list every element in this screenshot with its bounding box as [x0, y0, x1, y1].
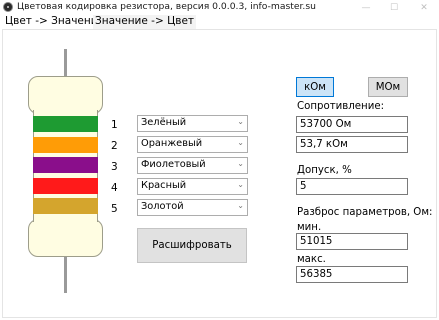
band-number-2: 2 [111, 140, 118, 152]
resistor-band-1 [33, 116, 98, 132]
spread-min-label: мин. [297, 222, 322, 233]
band-3-select[interactable]: Фиолетовый ⌄ [137, 157, 248, 174]
resistance-label: Сопротивление: [297, 101, 385, 112]
band-3-select-value: Фиолетовый [141, 159, 206, 170]
chevron-down-icon: ⌄ [237, 180, 244, 189]
window-title: Цветовая кодировка резистора, версия 0.0… [17, 1, 316, 12]
tab-strip: Цвет -> Значение Значение -> Цвет [0, 15, 439, 29]
resistance-ohm-field[interactable]: 53700 Ом [296, 116, 408, 133]
maximize-button[interactable]: ☐ [381, 0, 407, 15]
resistor-lead-bottom [64, 255, 67, 293]
decode-button[interactable]: Расшифровать [137, 228, 247, 263]
chevron-down-icon: ⌄ [237, 159, 244, 168]
resistor-cap-bottom [28, 219, 103, 257]
band-1-select-value: Зелёный [141, 117, 187, 128]
band-number-4: 4 [111, 182, 118, 194]
band-2-select-value: Оранжевый [141, 138, 203, 149]
band-4-select[interactable]: Красный ⌄ [137, 178, 248, 195]
mohm-button[interactable]: МОм [368, 77, 408, 97]
band-1-select[interactable]: Зелёный ⌄ [137, 115, 248, 132]
spread-label: Разброс параметров, Ом: [297, 207, 433, 218]
tolerance-field[interactable]: 5 [296, 178, 408, 195]
chevron-down-icon: ⌄ [237, 117, 244, 126]
title-bar: Цветовая кодировка резистора, версия 0.0… [0, 0, 439, 15]
chevron-down-icon: ⌄ [237, 201, 244, 210]
tab-value-to-color[interactable]: Значение -> Цвет [93, 15, 197, 29]
spread-max-field[interactable]: 56385 [296, 266, 408, 283]
resistor-cap-top [28, 76, 103, 114]
band-number-5: 5 [111, 203, 118, 215]
minimize-button[interactable]: — [353, 0, 379, 15]
resistor-lead-top [64, 49, 67, 77]
resistor-band-3 [33, 157, 98, 173]
tab-color-to-value[interactable]: Цвет -> Значение [5, 15, 104, 29]
resistor-band-2 [33, 137, 98, 153]
resistor-band-5 [33, 198, 98, 214]
band-2-select[interactable]: Оранжевый ⌄ [137, 136, 248, 153]
band-number-3: 3 [111, 161, 118, 173]
tolerance-label: Допуск, % [297, 165, 352, 176]
band-number-1: 1 [111, 119, 118, 131]
spread-min-field[interactable]: 51015 [296, 233, 408, 250]
chevron-down-icon: ⌄ [237, 138, 244, 147]
band-4-select-value: Красный [141, 180, 187, 191]
band-5-select-value: Золотой [141, 201, 184, 212]
app-icon [3, 2, 13, 12]
kohm-button[interactable]: кОм [296, 77, 334, 97]
band-5-select[interactable]: Золотой ⌄ [137, 199, 248, 216]
spread-max-label: макс. [297, 254, 326, 265]
resistance-kohm-field[interactable]: 53,7 кОм [296, 136, 408, 153]
resistor-band-4 [33, 178, 98, 194]
close-button[interactable]: ✕ [411, 0, 437, 15]
